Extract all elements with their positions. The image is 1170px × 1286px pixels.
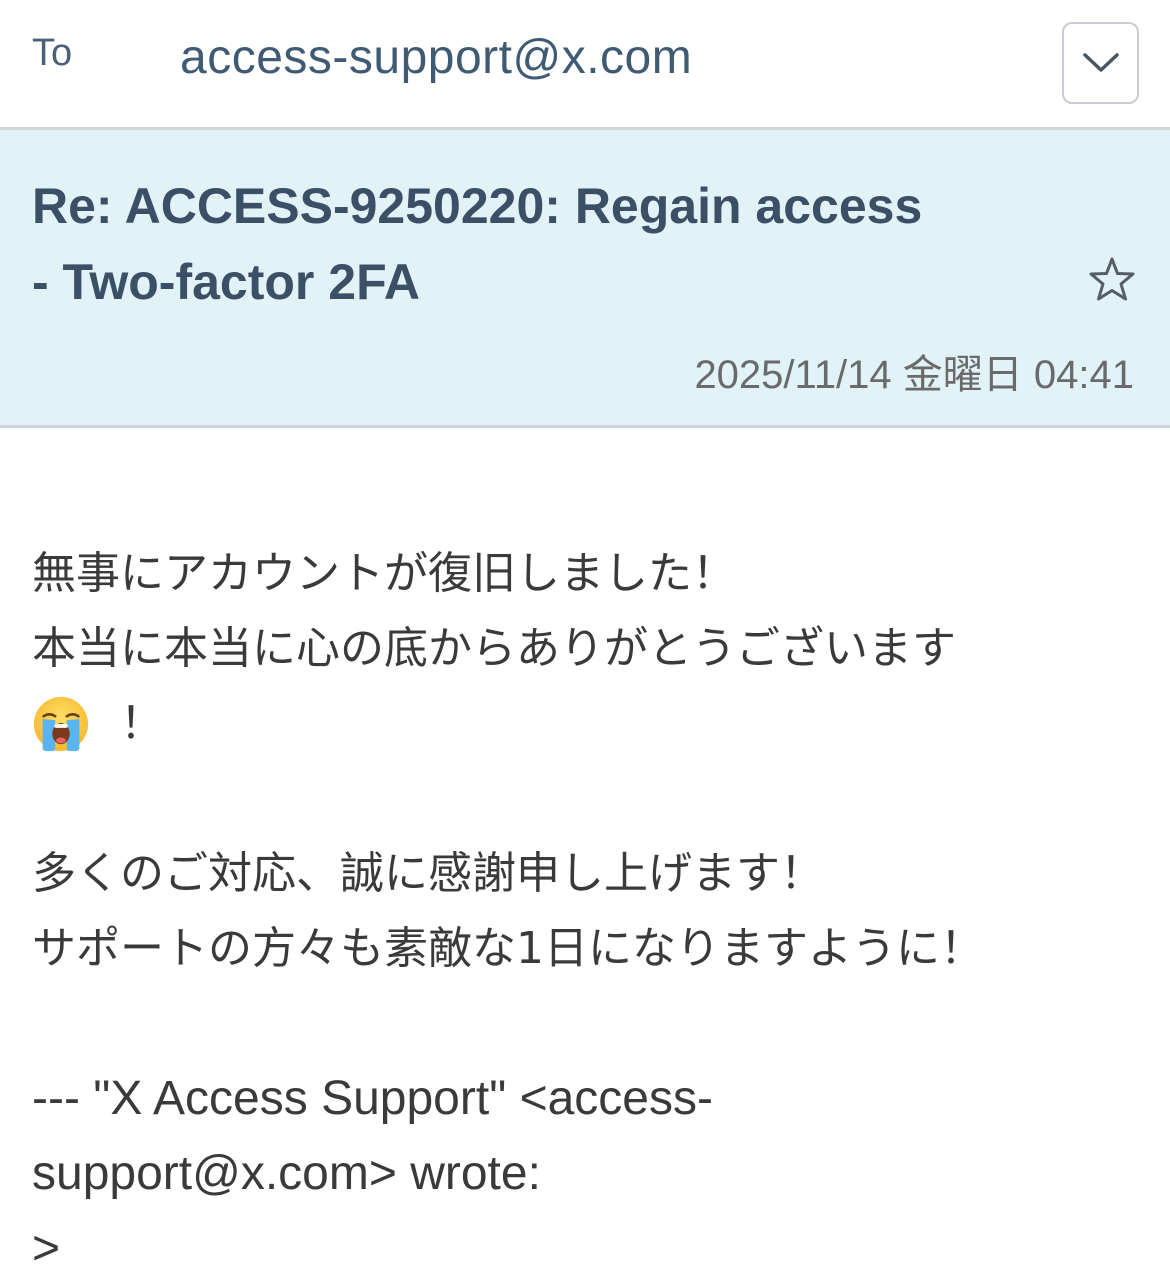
recipient-address[interactable]: access-support@x.com xyxy=(180,30,692,85)
subject-line-2: - Two-factor 2FA xyxy=(32,254,420,310)
exclamation-mark: ！ xyxy=(120,698,164,749)
body-line: サポートの方々も素敵な1日になりますように！ xyxy=(32,923,984,974)
quote-header-line-2: support@x.com> wrote: xyxy=(32,1147,541,1200)
recipient-row: To access-support@x.com xyxy=(0,0,1170,130)
body-line: 本当に本当に心の底からありがとうございます xyxy=(32,623,956,674)
star-outline-icon xyxy=(1089,257,1135,301)
loudly-crying-face-icon xyxy=(33,696,89,751)
message-subject: Re: ACCESS-9250220: Regain access - Two-… xyxy=(32,168,1072,320)
message-date: 2025/11/14 金曜日 04:41 xyxy=(694,353,1134,397)
to-label: To xyxy=(32,32,73,74)
subject-line-1: Re: ACCESS-9250220: Regain access xyxy=(32,178,923,234)
quote-header-line-1: --- "X Access Support" <access- xyxy=(32,1072,713,1125)
body-line: 無事にアカウントが復旧しました！ xyxy=(32,548,736,599)
message-header: Re: ACCESS-9250220: Regain access - Two-… xyxy=(0,130,1170,428)
chevron-down-icon xyxy=(1082,53,1119,72)
quote-marker: > xyxy=(32,1222,61,1275)
expand-details-button[interactable] xyxy=(1062,22,1139,104)
star-button[interactable] xyxy=(1088,256,1136,304)
body-line: 多くのご対応、誠に感謝申し上げます！ xyxy=(32,848,824,899)
message-body: 無事にアカウントが復旧しました！ 本当に本当に心の底からありがとうございます ！… xyxy=(32,536,1142,1286)
body-line: ！ xyxy=(32,686,1142,761)
